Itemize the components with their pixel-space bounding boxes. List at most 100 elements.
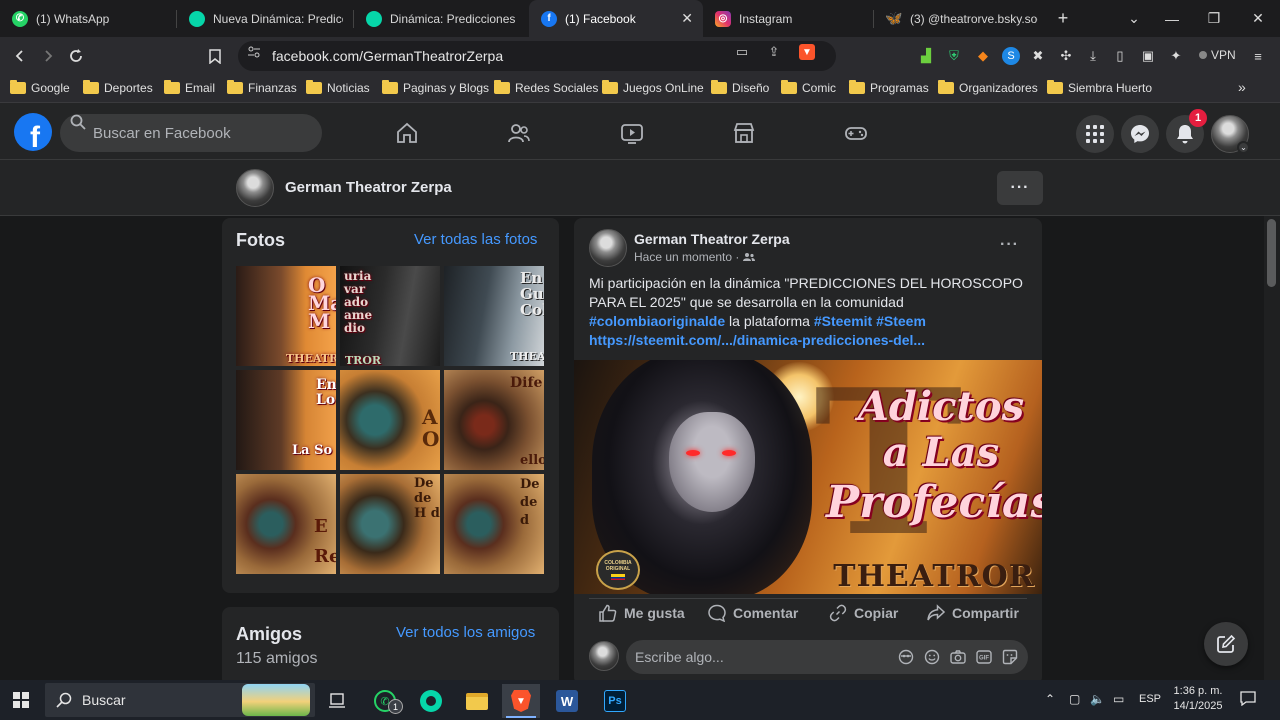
volume-icon[interactable]: 🔈 xyxy=(1090,692,1105,706)
bookmark-folder[interactable]: Siembra Huerto xyxy=(1047,80,1152,95)
sticker-icon[interactable] xyxy=(1002,649,1018,665)
hashtag-link[interactable]: #colombiaoriginalde xyxy=(589,313,725,329)
steem-app-taskbar-icon[interactable] xyxy=(412,684,450,718)
cast-icon[interactable]: ▭ xyxy=(734,44,750,60)
post-external-link[interactable]: https://steemit.com/.../dinamica-predicc… xyxy=(589,332,925,348)
close-tab-icon[interactable]: ✕ xyxy=(681,10,693,27)
restore-icon[interactable]: ❐ xyxy=(1194,0,1234,37)
bookmark-folder[interactable]: Programas xyxy=(849,80,929,95)
bookmark-folder[interactable]: Google xyxy=(10,80,70,95)
photo-thumbnail[interactable]: A O xyxy=(340,370,440,470)
post-author-name[interactable]: German Theatror Zerpa xyxy=(634,231,790,247)
scrollbar-thumb[interactable] xyxy=(1267,219,1276,287)
bookmark-folder[interactable]: Redes Sociales xyxy=(494,80,598,95)
tab-whatsapp[interactable]: ✆ (1) WhatsApp xyxy=(0,0,176,37)
task-view-icon[interactable] xyxy=(318,684,356,718)
gaming-icon[interactable] xyxy=(844,121,868,145)
home-icon[interactable] xyxy=(395,121,419,145)
profile-avatar[interactable] xyxy=(236,169,274,207)
tab-search-chevron-icon[interactable]: ⌄ xyxy=(1114,0,1154,37)
like-button[interactable]: Me gusta xyxy=(599,604,685,622)
bookmark-folder[interactable]: Juegos OnLine xyxy=(602,80,704,95)
comment-button[interactable]: Comentar xyxy=(708,604,798,622)
extension-shield-icon[interactable]: ⛨ xyxy=(945,47,963,65)
metamask-icon[interactable]: ◆ xyxy=(974,47,992,65)
post-timestamp[interactable]: Hace un momento · xyxy=(634,250,755,264)
menu-grid-icon[interactable] xyxy=(1076,115,1114,153)
photo-thumbnail[interactable]: Dife ello xyxy=(444,370,544,470)
bookmark-folder[interactable]: Comic xyxy=(781,80,836,95)
extension-chart-icon[interactable]: ▟ xyxy=(917,47,935,65)
back-icon[interactable] xyxy=(9,45,31,67)
photo-thumbnail[interactable]: O Ma M THEATROR xyxy=(236,266,336,366)
minimize-icon[interactable]: — xyxy=(1152,0,1192,37)
photo-thumbnail[interactable]: De de d xyxy=(444,474,544,574)
language-indicator[interactable]: ESP xyxy=(1139,693,1161,705)
photo-thumbnail[interactable]: uria var ado ame dio TROR xyxy=(340,266,440,366)
profile-name[interactable]: German Theatror Zerpa xyxy=(285,179,452,196)
account-chevron-icon[interactable]: ⌄ xyxy=(1237,141,1250,154)
marketplace-icon[interactable] xyxy=(732,121,756,145)
video-icon[interactable] xyxy=(620,121,644,145)
extension-s-icon[interactable]: S xyxy=(1002,47,1020,65)
menu-icon[interactable]: ≡ xyxy=(1249,47,1267,65)
messenger-icon[interactable] xyxy=(1121,115,1159,153)
more-bookmarks-icon[interactable]: » xyxy=(1238,79,1246,95)
tab-instagram[interactable]: ◎ Instagram xyxy=(703,0,873,37)
notification-center-icon[interactable] xyxy=(1240,690,1256,709)
comment-input[interactable]: Escribe algo... xyxy=(626,640,1028,674)
photo-thumbnail[interactable]: De de H d xyxy=(340,474,440,574)
tab-dinamica[interactable]: Dinámica: Predicciones de xyxy=(354,0,529,37)
facebook-search-input[interactable]: Buscar en Facebook xyxy=(60,114,322,152)
bookmark-folder[interactable]: Deportes xyxy=(83,80,153,95)
word-taskbar-icon[interactable]: W xyxy=(548,684,586,718)
downloads-icon[interactable]: ⤓ xyxy=(1084,47,1102,65)
photo-thumbnail[interactable]: En Lo La So xyxy=(236,370,336,470)
copy-button[interactable]: Copiar xyxy=(829,604,898,622)
tab-bluesky[interactable]: 🦋 (3) @theatrorve.bsky.socia xyxy=(874,0,1048,37)
post-author-avatar[interactable] xyxy=(589,229,627,267)
new-tab-icon[interactable]: + xyxy=(1048,8,1078,29)
tray-device-icon[interactable]: ▢ xyxy=(1069,692,1080,706)
share-icon[interactable]: ⇪ xyxy=(766,44,782,60)
brave-taskbar-icon[interactable]: ▼ xyxy=(502,684,540,718)
close-window-icon[interactable]: ✕ xyxy=(1238,0,1278,37)
tray-show-hidden-icon[interactable]: ⌃ xyxy=(1045,692,1055,706)
hashtag-link[interactable]: #Steem xyxy=(876,313,926,329)
camera-icon[interactable] xyxy=(950,649,966,665)
friends-icon[interactable] xyxy=(507,121,531,145)
bookmark-folder[interactable]: Email xyxy=(164,80,215,95)
commenter-avatar[interactable] xyxy=(589,641,619,671)
extensions-puzzle-icon[interactable]: ✣ xyxy=(1057,47,1075,65)
site-info-icon[interactable] xyxy=(246,44,262,60)
brave-shield-icon[interactable]: ▼ xyxy=(799,44,815,60)
sidebar-toggle-icon[interactable]: ▯ xyxy=(1111,47,1129,65)
post-options-icon[interactable]: ··· xyxy=(1000,236,1019,254)
avatar-sticker-icon[interactable] xyxy=(898,649,914,665)
post-image[interactable]: T Adictos a Las Profecías THEATROR COLOM… xyxy=(574,360,1042,594)
tab-facebook[interactable]: f (1) Facebook ✕ xyxy=(529,0,703,37)
see-all-photos-link[interactable]: Ver todas las fotos xyxy=(414,231,537,248)
forward-icon[interactable] xyxy=(37,45,59,67)
share-button[interactable]: Compartir xyxy=(927,604,1019,622)
vpn-button[interactable]: VPN xyxy=(1199,48,1236,62)
reload-icon[interactable] xyxy=(65,45,87,67)
wallet-icon[interactable]: ▣ xyxy=(1139,47,1157,65)
taskbar-clock[interactable]: 1:36 p. m. 14/1/2025 xyxy=(1172,684,1224,714)
gif-icon[interactable]: GIF xyxy=(976,649,992,665)
hashtag-link[interactable]: #Steemit xyxy=(814,313,872,329)
see-all-friends-link[interactable]: Ver todos los amigos xyxy=(396,624,535,641)
file-explorer-taskbar-icon[interactable] xyxy=(458,684,496,718)
photo-thumbnail[interactable]: E Re xyxy=(236,474,336,574)
bookmark-page-icon[interactable] xyxy=(204,45,226,67)
bookmark-folder[interactable]: Paginas y Blogs xyxy=(382,80,489,95)
whatsapp-taskbar-icon[interactable]: ✆ 1 xyxy=(366,684,404,718)
leo-ai-icon[interactable]: ✦ xyxy=(1167,47,1185,65)
windows-start-icon[interactable] xyxy=(13,692,29,708)
emoji-icon[interactable] xyxy=(924,649,940,665)
tab-nueva-dinamica[interactable]: Nueva Dinámica: Prediccio xyxy=(177,0,353,37)
photo-thumbnail[interactable]: En Gu Col THEAT xyxy=(444,266,544,366)
bookmark-folder[interactable]: Organizadores xyxy=(938,80,1038,95)
photoshop-taskbar-icon[interactable]: Ps xyxy=(596,684,634,718)
bookmark-folder[interactable]: Finanzas xyxy=(227,80,297,95)
